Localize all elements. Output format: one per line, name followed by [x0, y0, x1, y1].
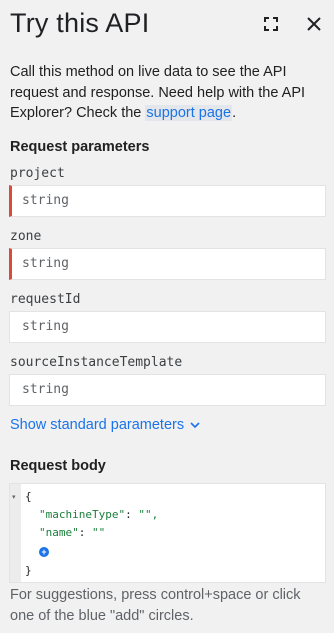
code-line-close: } — [25, 564, 32, 577]
fold-arrow-icon[interactable]: ▾ — [12, 493, 16, 501]
param-label-zone: zone — [10, 229, 42, 244]
sourceinstancetemplate-input[interactable]: string — [9, 374, 326, 406]
param-label-sourceinstancetemplate: sourceInstanceTemplate — [10, 355, 183, 370]
code-line-machinetype: "machineType": "", — [39, 508, 158, 521]
fullscreen-button[interactable] — [259, 12, 283, 36]
name-key: "name" — [39, 526, 79, 539]
editor-gutter: ▾ — [10, 484, 21, 582]
project-input[interactable]: string — [9, 185, 326, 217]
param-label-project: project — [10, 166, 65, 181]
code-line-name: "name": "" — [39, 526, 105, 539]
show-standard-parameters-link[interactable]: Show standard parameters — [10, 417, 200, 433]
support-page-link[interactable]: support page — [145, 105, 233, 121]
colon-1: : — [125, 508, 139, 521]
request-body-editor[interactable]: ▾ { "machineType": "", "name": "" + } — [9, 483, 326, 583]
intro-text: Call this method on live data to see the… — [10, 62, 326, 124]
name-value: "" — [92, 526, 106, 539]
panel-title: Try this API — [10, 8, 150, 38]
param-label-requestid: requestId — [10, 292, 81, 307]
machinetype-key: "machineType" — [39, 508, 126, 521]
zone-input[interactable]: string — [9, 248, 326, 280]
panel-header: Try this API — [0, 0, 334, 52]
fullscreen-icon — [264, 17, 278, 31]
machinetype-value: "", — [138, 508, 159, 521]
intro-end: . — [232, 105, 237, 121]
request-body-heading: Request body — [10, 458, 106, 474]
add-property-button[interactable]: + — [39, 547, 49, 557]
requestid-input[interactable]: string — [9, 311, 326, 343]
show-standard-parameters-label: Show standard parameters — [10, 417, 185, 433]
code-line-open: { — [25, 490, 32, 503]
editor-hint: For suggestions, press control+space or … — [10, 587, 301, 624]
chevron-down-icon — [190, 421, 200, 428]
close-button[interactable] — [302, 12, 326, 36]
request-parameters-heading: Request parameters — [10, 139, 150, 155]
colon-2: : — [78, 526, 92, 539]
close-icon — [307, 17, 321, 31]
